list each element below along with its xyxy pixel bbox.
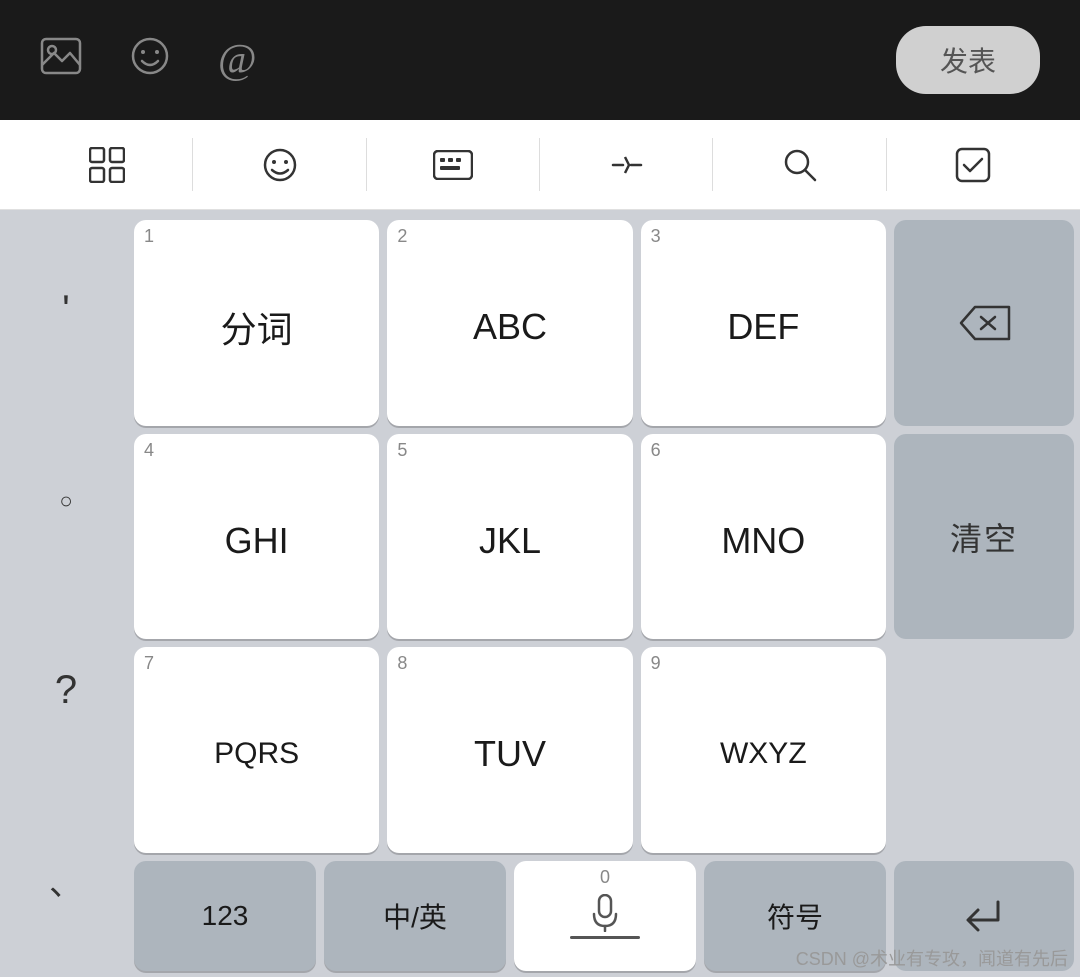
at-icon[interactable]: @ [218, 36, 257, 84]
key-ghi[interactable]: 4 GHI [134, 434, 379, 640]
key-row-2: 4 GHI 5 JKL 6 MNO [134, 434, 886, 640]
delete-key[interactable] [894, 220, 1074, 426]
key-pqrs[interactable]: 7 PQRS [134, 647, 379, 853]
toolbar-icons: @ [40, 36, 257, 85]
punct-key-comma[interactable]: ' [6, 220, 126, 402]
clear-key[interactable]: 清空 [894, 434, 1074, 640]
grid-toolbar-icon[interactable] [20, 120, 193, 209]
key-wxyz[interactable]: 9 WXYZ [641, 647, 886, 853]
voice-underline [570, 936, 640, 939]
key-voice[interactable]: 0 [514, 861, 696, 971]
key-fenshi[interactable]: 1 分词 [134, 220, 379, 426]
footer-text: CSDN @术业有专攻，闻道有先后 [796, 945, 1068, 971]
key-abc[interactable]: 2 ABC [387, 220, 632, 426]
emoji-icon[interactable] [130, 36, 170, 85]
emoji-toolbar-icon[interactable] [193, 120, 366, 209]
punct-key-period[interactable]: ○ [6, 410, 126, 592]
action-column: 清空 [894, 220, 1074, 971]
second-toolbar [0, 120, 1080, 210]
punct-key-pause[interactable]: 、 [6, 789, 126, 971]
key-123[interactable]: 123 [134, 861, 316, 971]
voice-container [570, 894, 640, 939]
search-toolbar-icon[interactable] [713, 120, 886, 209]
key-jkl[interactable]: 5 JKL [387, 434, 632, 640]
image-icon[interactable] [40, 37, 82, 84]
key-row-3: 7 PQRS 8 TUV 9 WXYZ [134, 647, 886, 853]
key-lang[interactable]: 中/英 [324, 861, 506, 971]
keyboard-area: ' ○ ? 、 1 分词 [0, 210, 1080, 977]
punct-key-question[interactable]: ? [6, 600, 126, 782]
cursor-toolbar-icon[interactable] [540, 120, 713, 209]
keyboard-toolbar-icon[interactable] [367, 120, 540, 209]
check-toolbar-icon[interactable] [887, 120, 1060, 209]
action-spacer [894, 647, 1074, 853]
key-def[interactable]: 3 DEF [641, 220, 886, 426]
key-mno[interactable]: 6 MNO [641, 434, 886, 640]
punctuation-column: ' ○ ? 、 [6, 220, 126, 971]
post-button[interactable]: 发表 [896, 26, 1040, 94]
top-toolbar: @ 发表 [0, 0, 1080, 120]
key-tuv[interactable]: 8 TUV [387, 647, 632, 853]
key-row-4: 123 中/英 0 [134, 861, 886, 971]
key-row-1: 1 分词 2 ABC 3 DEF [134, 220, 886, 426]
keyboard-wrapper: ' ○ ? 、 1 分词 [0, 210, 1080, 977]
main-key-grid: 1 分词 2 ABC 3 DEF 4 GHI [134, 220, 886, 971]
